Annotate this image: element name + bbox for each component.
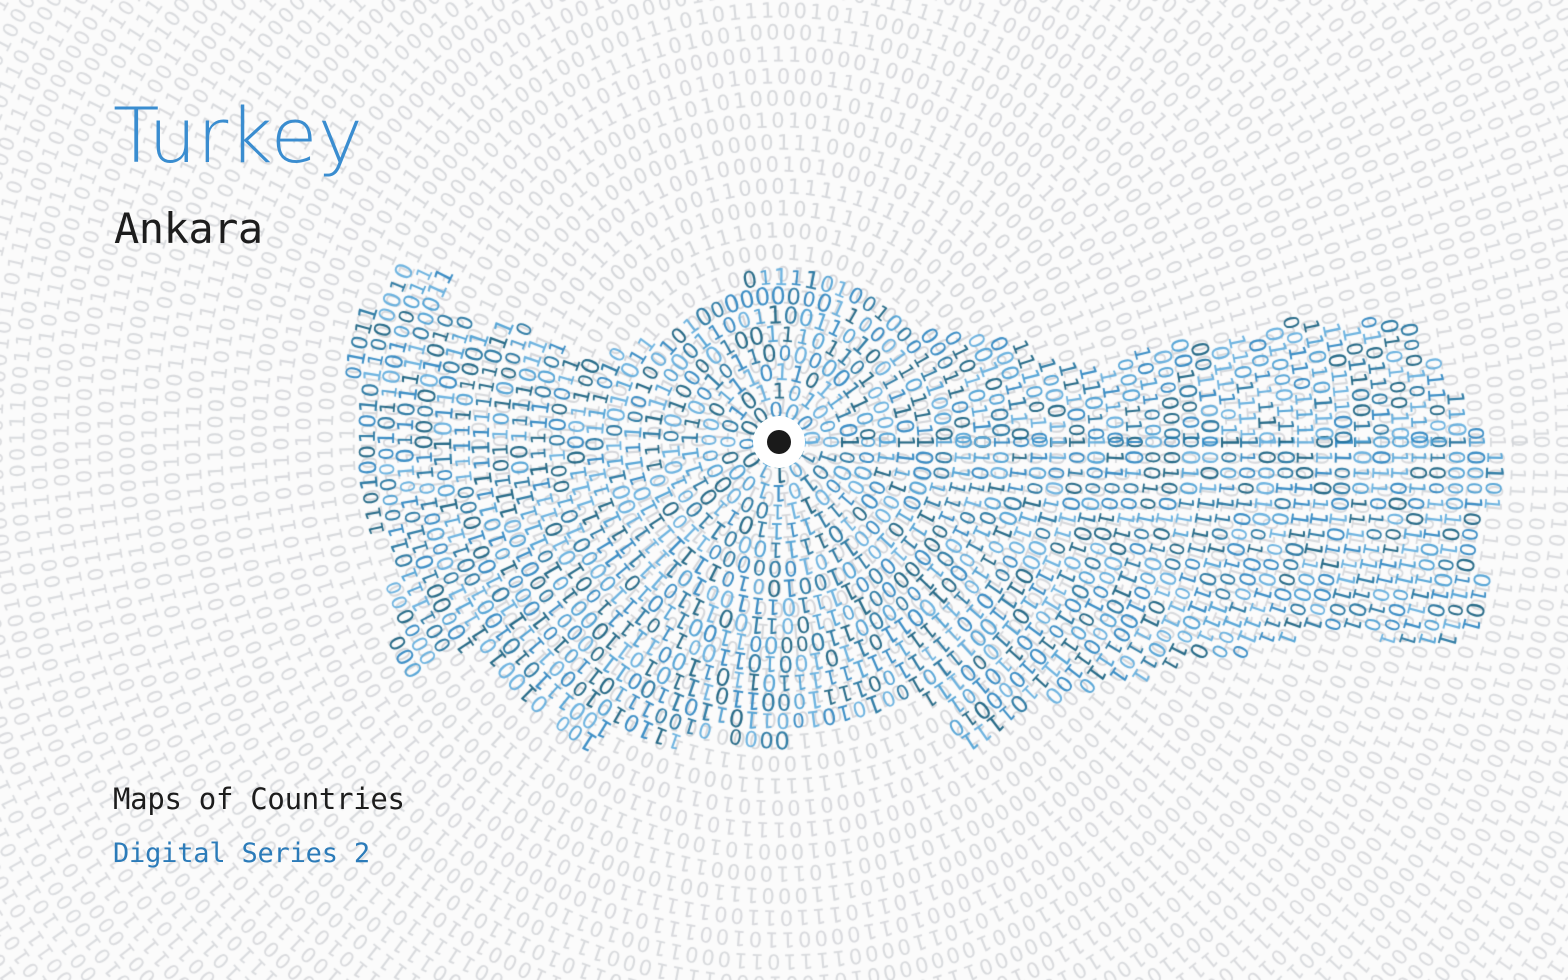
capital-label: Ankara [114, 204, 263, 253]
series-subtitle: Digital Series 2 [113, 838, 370, 869]
poster-canvas: Turkey Ankara Maps of Countries Digital … [0, 0, 1568, 980]
page-title: Turkey [113, 91, 364, 180]
capital-marker[interactable] [767, 430, 791, 454]
series-title: Maps of Countries [113, 782, 405, 816]
